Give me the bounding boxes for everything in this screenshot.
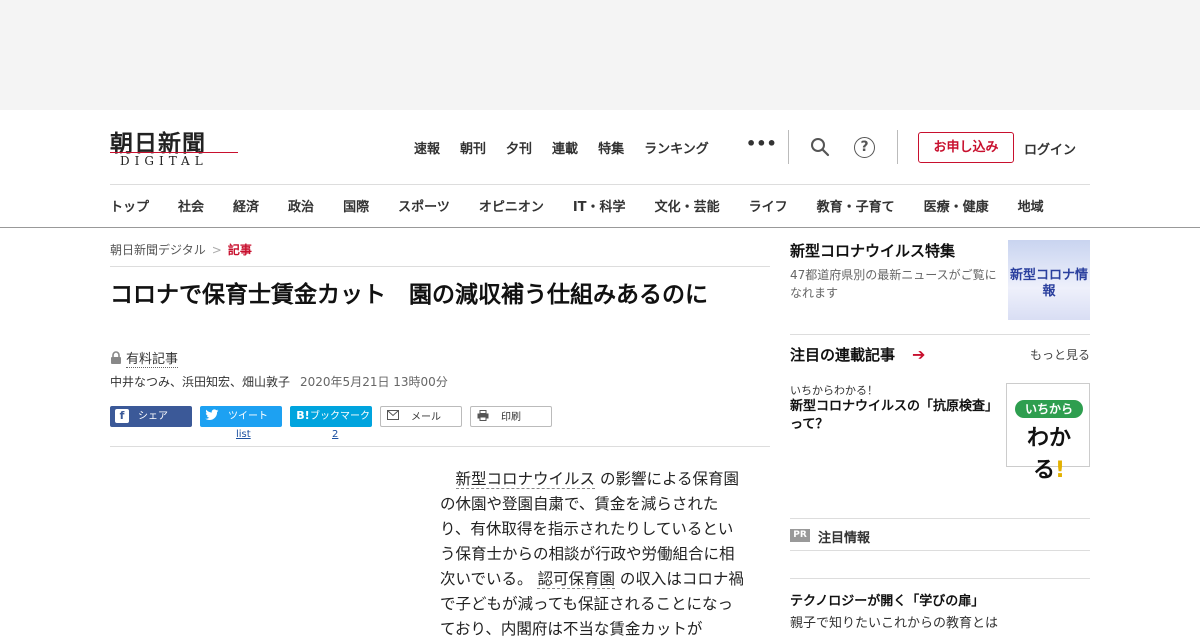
corona-feature-thumbnail[interactable]: 新型コロナ情報 [1008, 240, 1090, 320]
arrow-right-icon: ➔ [912, 345, 926, 364]
corona-thumb-text: 新型コロナ情報 [1009, 268, 1088, 299]
hatena-bookmark-label: ブックマーク [310, 411, 370, 422]
topnav-item-features[interactable]: 特集 [598, 138, 624, 157]
pr-badge: PR [790, 529, 810, 542]
category-item-health[interactable]: 医療・健康 [924, 196, 989, 215]
corona-feature-desc: 47都道府県別の最新ニュースがご覧になれます [790, 268, 997, 300]
print-label: 印刷 [501, 412, 521, 423]
article-body: 新型コロナウイルス の影響による保育園の休園や登園自粛で、賃金を減らされたり、有… [440, 467, 746, 642]
topnav-item-morning[interactable]: 朝刊 [460, 138, 486, 157]
header-divider-line [110, 184, 1090, 185]
series-kicker: いちからわかる！ [790, 384, 878, 397]
top-nav: 速報 朝刊 夕刊 連載 特集 ランキング [414, 138, 729, 157]
twitter-list-link[interactable]: list [236, 429, 251, 440]
pr-description: 親子で知りたいこれからの教育とは [790, 616, 999, 631]
twitter-icon [205, 409, 219, 423]
mail-icon [386, 410, 400, 424]
hatena-bookmark-button[interactable]: B! ブックマーク [290, 406, 372, 427]
series-thumbnail[interactable]: いちから わかる! [1006, 383, 1090, 483]
article-title: コロナで保育士賃金カット 園の減収補う仕組みあるのに [110, 282, 708, 308]
see-more-link[interactable]: もっと見る [1030, 346, 1090, 363]
topnav-item-series[interactable]: 連載 [552, 138, 578, 157]
publish-date: 2020年5月21日 13時00分 [300, 375, 448, 389]
category-item-politics[interactable]: 政治 [288, 196, 314, 215]
category-item-international[interactable]: 国際 [343, 196, 369, 215]
header-divider [788, 130, 789, 164]
category-item-education[interactable]: 教育・子育て [817, 196, 895, 215]
thumb-big-text: わかる! [1026, 426, 1071, 483]
topnav-item-evening[interactable]: 夕刊 [506, 138, 532, 157]
category-item-sports[interactable]: スポーツ [398, 196, 450, 215]
paid-article-badge[interactable]: 有料記事 [110, 348, 179, 368]
header-divider [897, 130, 898, 164]
breadcrumb-current[interactable]: 記事 [228, 243, 252, 257]
lock-icon [111, 351, 121, 364]
category-nav: トップ 社会 経済 政治 国際 スポーツ オピニオン IT・科学 文化・芸能 ラ… [110, 196, 1044, 215]
keyword-link[interactable]: 新型コロナウイルス [455, 470, 596, 489]
category-item-it-science[interactable]: IT・科学 [573, 196, 626, 215]
category-item-top[interactable]: トップ [110, 196, 149, 215]
twitter-share-button[interactable]: ツイート [200, 406, 282, 427]
apply-button[interactable]: お申し込み [918, 132, 1014, 163]
category-item-opinion[interactable]: オピニオン [479, 196, 544, 215]
bookmark-count[interactable]: 2 [332, 429, 338, 440]
topnav-item-ranking[interactable]: ランキング [644, 138, 709, 157]
thumb-pill-text: いちから [1015, 400, 1083, 418]
search-icon[interactable] [810, 137, 830, 157]
category-item-society[interactable]: 社会 [178, 196, 204, 215]
category-item-culture[interactable]: 文化・芸能 [655, 196, 720, 215]
mail-share-button[interactable]: メール [380, 406, 462, 427]
category-item-life[interactable]: ライフ [749, 196, 788, 215]
keyword-link[interactable]: 認可保育園 [537, 570, 615, 589]
topnav-item-breaking[interactable]: 速報 [414, 138, 440, 157]
more-menu-icon[interactable]: ••• [746, 134, 777, 153]
series-headline[interactable]: 新型コロナウイルスの「抗原検査」って？ [790, 398, 995, 434]
series-section-title: 注目の連載記事 [790, 346, 896, 364]
divider [790, 334, 1090, 335]
facebook-icon: f [115, 409, 129, 423]
facebook-share-button[interactable]: f シェア [110, 406, 192, 427]
category-item-region[interactable]: 地域 [1018, 196, 1044, 215]
twitter-share-label: ツイート [228, 411, 268, 422]
paid-label: 有料記事 [126, 352, 179, 368]
divider [790, 518, 1090, 519]
site-logo[interactable]: 朝日新聞 DIGITAL [110, 124, 240, 170]
hatena-bookmark-icon: B! [296, 409, 310, 422]
print-button[interactable]: 印刷 [470, 406, 552, 427]
logo-underline [110, 152, 238, 153]
facebook-share-label: シェア [138, 411, 168, 422]
print-icon [476, 410, 490, 424]
divider [790, 550, 1090, 551]
breadcrumb-home[interactable]: 朝日新聞デジタル [110, 243, 206, 257]
author-names: 中井なつみ、浜田知宏、畑山敦子 [110, 375, 291, 389]
divider [110, 266, 770, 267]
pr-section-title: 注目情報 [818, 531, 871, 546]
divider [110, 446, 770, 447]
corona-feature-title[interactable]: 新型コロナウイルス特集 [790, 240, 955, 261]
breadcrumb-separator: > [211, 243, 222, 257]
site-header: 朝日新聞 DIGITAL 速報 朝刊 夕刊 連載 特集 ランキング ••• ? … [0, 110, 1200, 228]
category-item-economy[interactable]: 経済 [233, 196, 259, 215]
byline: 中井なつみ、浜田知宏、畑山敦子 2020年5月21日 13時00分 [110, 373, 448, 390]
ad-banner-area [0, 0, 1200, 110]
pr-headline[interactable]: テクノロジーが開く「学びの扉」 [790, 590, 984, 609]
divider [790, 578, 1090, 579]
breadcrumb: 朝日新聞デジタル > 記事 [110, 241, 252, 258]
mail-share-label: メール [411, 412, 441, 423]
help-icon[interactable]: ? [854, 137, 875, 158]
logo-sub-text: DIGITAL [120, 154, 208, 168]
login-link[interactable]: ログイン [1024, 139, 1076, 158]
